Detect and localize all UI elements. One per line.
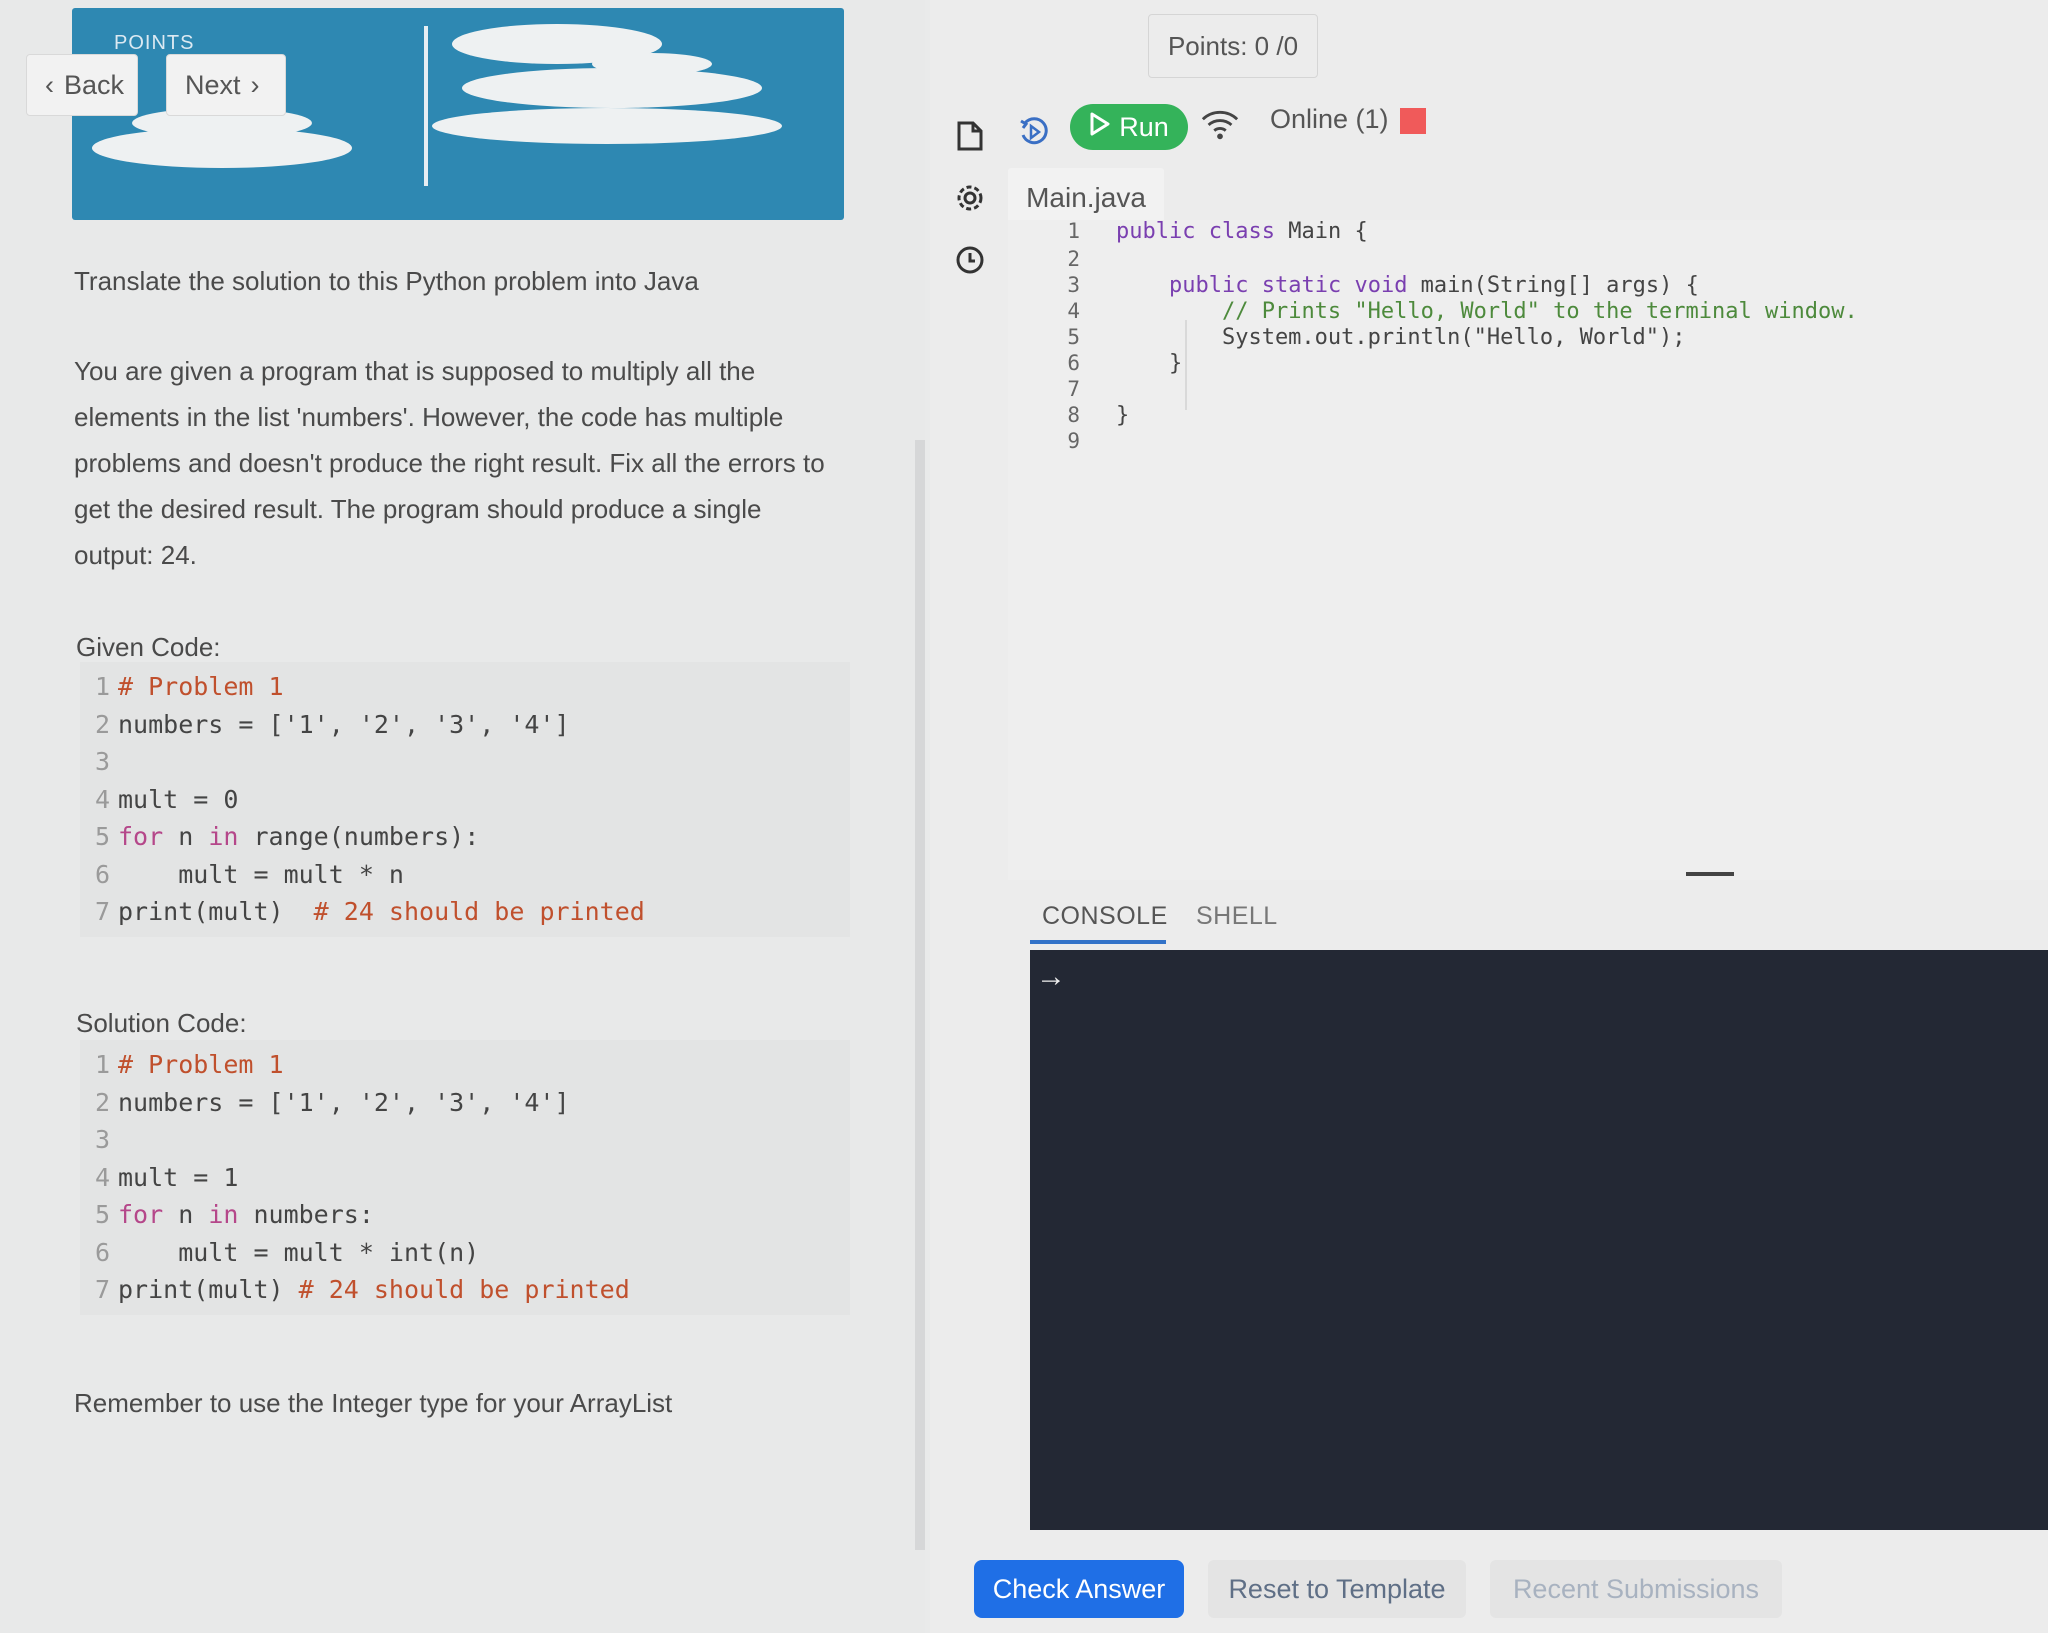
console-output[interactable] (1030, 950, 2048, 1530)
code-line: 4 mult = 0 (80, 781, 850, 819)
code-line: 6 mult = mult * int(n) (80, 1234, 850, 1272)
console-prompt: → (1036, 960, 1066, 993)
code-line: 3 (80, 743, 850, 781)
code-editor[interactable]: 1 public class Main {2 3 public static voi… (1008, 218, 2048, 880)
code-text: # Problem 1 (118, 672, 284, 701)
banner-label: POINTS (114, 32, 195, 54)
line-number: 1 (94, 672, 110, 701)
code-line: 6 mult = mult * n (80, 856, 850, 894)
description-line: get the desired result. The program shou… (74, 494, 762, 524)
settings-icon[interactable] (950, 178, 990, 218)
given-code-block: 1 # Problem 1 2 numbers = ['1', '2', '3', '… (80, 662, 850, 937)
tab-shell[interactable]: SHELL (1196, 902, 1278, 931)
description-line: output: 24. (74, 540, 197, 570)
tab-console[interactable]: CONSOLE (1042, 902, 1168, 931)
redaction-scribble (592, 53, 712, 75)
line-number: 3 (94, 1125, 110, 1154)
line-number: 3 (94, 747, 110, 776)
reset-template-button[interactable]: Reset to Template (1208, 1560, 1466, 1618)
code-text: print(mult) # 24 should be printed (118, 897, 645, 926)
reminder-text: Remember to use the Integer type for you… (74, 1388, 673, 1418)
redaction-scribble (432, 108, 782, 144)
line-number: 2 (94, 1087, 110, 1117)
code-line: 2 numbers = ['1', '2', '3', '4'] (80, 706, 850, 744)
run-button[interactable]: Run (1070, 104, 1188, 150)
description-line: problems and doesn't produce the right r… (74, 448, 825, 478)
code-text: mult = mult * int(n) (118, 1237, 480, 1267)
line-number: 2 (94, 709, 110, 739)
points-indicator: Points: 0 /0 (1148, 14, 1318, 78)
problem-description: You are given a program that is supposed… (74, 348, 825, 578)
instructions-panel: POINTS ‹ Back Next › Translate the solut… (0, 0, 925, 1633)
code-text: mult = mult * n (118, 859, 404, 889)
stop-button[interactable] (1400, 108, 1426, 134)
play-icon (1089, 112, 1111, 143)
panel-divider[interactable] (915, 440, 925, 1550)
code-text: mult = 0 (118, 784, 239, 814)
code-line: 5 for n in numbers: (80, 1196, 850, 1234)
given-code-label: Given Code: (76, 632, 221, 662)
line-number: 7 (94, 1275, 110, 1304)
clock-icon[interactable] (950, 240, 990, 280)
back-label: Back (64, 69, 125, 100)
intro-text: Translate the solution to this Python pr… (74, 266, 699, 296)
code-text: for n in numbers: (118, 1200, 374, 1229)
editor-line-number: 1 (1067, 219, 1080, 243)
description-line: elements in the list 'numbers'. However,… (74, 402, 784, 432)
redaction-scribble (462, 68, 762, 108)
banner-divider (424, 26, 428, 186)
line-number: 5 (94, 1200, 110, 1229)
editor-code-text: public class Main { (1116, 218, 1368, 244)
line-number: 1 (94, 1050, 110, 1079)
line-number: 6 (94, 859, 110, 889)
code-line: 7 print(mult) # 24 should be printed (80, 1271, 850, 1309)
code-text: mult = 1 (118, 1162, 239, 1192)
connection-status: Online (1) (1270, 104, 1389, 134)
code-line: 7 print(mult) # 24 should be printed (80, 893, 850, 931)
code-text: for n in range(numbers): (118, 822, 480, 851)
run-label: Run (1119, 111, 1169, 142)
code-line: 5 for n in range(numbers): (80, 818, 850, 856)
back-button[interactable]: ‹ Back (26, 54, 138, 116)
editor-code-text: System.out.println("Hello, World"); (1116, 324, 1686, 350)
code-text: # Problem 1 (118, 1050, 284, 1079)
code-line: 2 numbers = ['1', '2', '3', '4'] (80, 1084, 850, 1122)
line-number: 5 (94, 822, 110, 851)
code-line: 3 (80, 1121, 850, 1159)
editor-code-text: } (1116, 402, 1130, 428)
resize-handle[interactable] (1686, 872, 1734, 876)
code-line: 1 # Problem 1 (80, 668, 850, 706)
editor-code-text: } (1116, 350, 1183, 376)
wifi-icon (1200, 104, 1240, 144)
line-number: 7 (94, 897, 110, 926)
chevron-left-icon: ‹ (45, 69, 54, 100)
next-button[interactable]: Next › (166, 54, 286, 116)
solution-code-block: 1 # Problem 1 2 numbers = ['1', '2', '3', '… (80, 1040, 850, 1315)
code-text: numbers = ['1', '2', '3', '4'] (118, 1087, 570, 1117)
solution-code-label: Solution Code: (76, 1008, 247, 1038)
file-icon[interactable] (950, 116, 990, 156)
line-number: 4 (94, 784, 110, 814)
check-answer-button[interactable]: Check Answer (974, 1560, 1184, 1618)
chevron-right-icon: › (250, 69, 260, 100)
code-text: print(mult) # 24 should be printed (118, 1275, 630, 1304)
code-line: 4 mult = 1 (80, 1159, 850, 1197)
code-text: numbers = ['1', '2', '3', '4'] (118, 709, 570, 739)
editor-line-number: 9 (1067, 429, 1080, 453)
recent-submissions-button[interactable]: Recent Submissions (1490, 1560, 1782, 1618)
editor-line[interactable]: 9 (1008, 424, 1116, 458)
line-number: 6 (94, 1237, 110, 1267)
next-label: Next (185, 69, 241, 100)
description-line: You are given a program that is supposed… (74, 356, 756, 386)
active-tab-indicator (1030, 940, 1166, 944)
indent-guide (1185, 320, 1187, 410)
code-line: 1 # Problem 1 (80, 1046, 850, 1084)
history-run-icon[interactable] (1014, 112, 1054, 152)
line-number: 4 (94, 1162, 110, 1192)
